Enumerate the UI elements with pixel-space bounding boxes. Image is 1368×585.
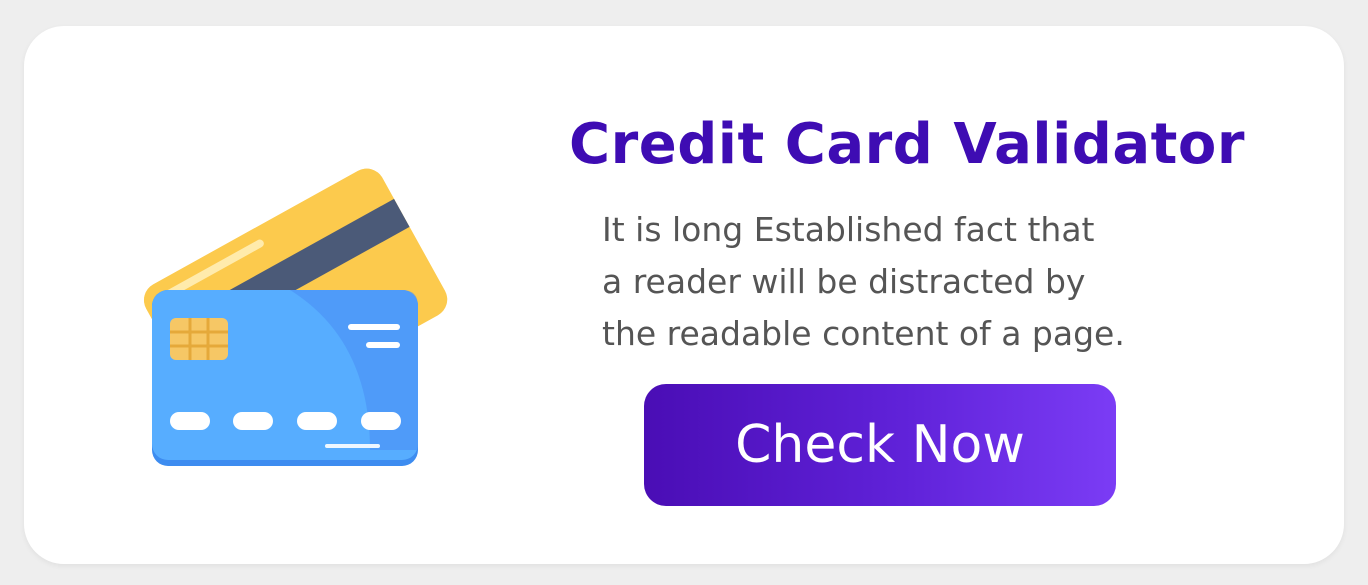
description-line: the readable content of a page.	[602, 314, 1125, 353]
check-now-button[interactable]: Check Now	[644, 384, 1116, 506]
page-title: Credit Card Validator	[569, 112, 1246, 177]
validator-banner: Credit Card Validator It is long Establi…	[24, 26, 1344, 564]
description-line: It is long Established fact that	[602, 210, 1095, 249]
description-line: a reader will be distracted by	[602, 262, 1086, 301]
credit-cards-icon	[120, 150, 460, 490]
description: It is long Established fact that a reade…	[602, 204, 1202, 360]
